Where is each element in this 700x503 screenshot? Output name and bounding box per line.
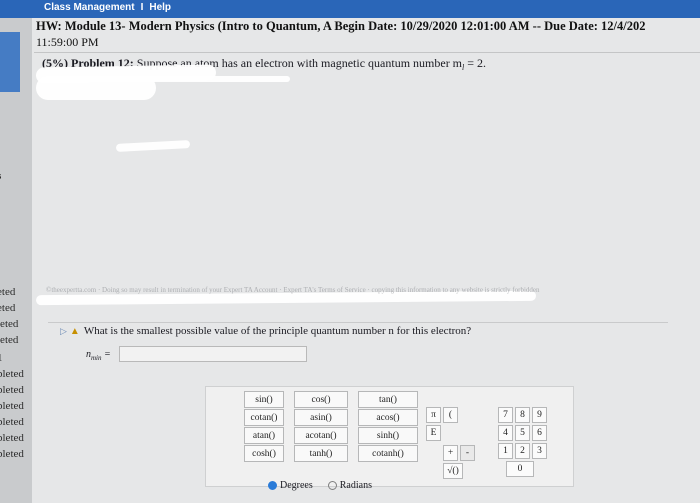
sidebar-item[interactable]: pleted: [0, 400, 24, 412]
warning-icon: ▲: [69, 326, 80, 337]
sidebar-item[interactable]: eted: [0, 302, 15, 314]
sidebar-item[interactable]: s: [0, 170, 1, 182]
radians-label: Radians: [339, 480, 372, 491]
radians-radio[interactable]: [327, 481, 337, 491]
top-nav-links: Class Management I Help: [44, 2, 171, 13]
sidebar-item[interactable]: leted: [0, 334, 18, 346]
digit-5-button[interactable]: 5: [515, 425, 530, 441]
sidebar-highlight: [0, 32, 20, 92]
acotan-button[interactable]: acotan(): [294, 427, 348, 444]
problem-text-end: = 2.: [467, 56, 487, 70]
digit-7-button[interactable]: 7: [498, 407, 513, 423]
acos-button[interactable]: acos(): [358, 409, 418, 426]
sidebar-item[interactable]: pleted: [0, 384, 24, 396]
degrees-radio[interactable]: [268, 481, 277, 491]
question-divider: [48, 322, 668, 323]
e-button[interactable]: E: [426, 425, 441, 441]
pi-button[interactable]: π: [426, 407, 441, 423]
sidebar-item[interactable]: pleted: [0, 432, 24, 444]
digit-8-button[interactable]: 8: [515, 407, 530, 423]
answer-sub: min: [91, 354, 102, 362]
sin-button[interactable]: sin(): [244, 391, 284, 408]
problem-subscript: l: [462, 63, 465, 72]
sidebar-item[interactable]: leted: [0, 318, 18, 330]
due-time: 11:59:00 PM: [36, 35, 99, 49]
assignment-title: HW: Module 13- Modern Physics (Intro to …: [36, 19, 700, 34]
sidebar-item[interactable]: pleted: [0, 368, 24, 380]
minus-button[interactable]: -: [460, 445, 475, 461]
assignment-name: HW: Module 13- Modern Physics (Intro to …: [36, 19, 332, 33]
digit-9-button[interactable]: 9: [532, 407, 547, 423]
degrees-label: Degrees: [280, 480, 313, 491]
tan-button[interactable]: tan(): [358, 391, 418, 408]
sidebar-item[interactable]: pleted: [0, 416, 24, 428]
asin-button[interactable]: asin(): [294, 409, 348, 426]
class-management-link[interactable]: Class Management: [44, 2, 135, 13]
redaction-scribble: [140, 76, 290, 82]
copyright-notice: ©theexpertta.com · Doing so may result i…: [46, 286, 540, 294]
sidebar-item[interactable]: eted: [0, 286, 15, 298]
angle-mode-selector: Degrees Radians: [268, 480, 372, 491]
sidebar-item[interactable]: 1: [0, 352, 3, 364]
digit-4-button[interactable]: 4: [498, 425, 513, 441]
nav-separator: I: [140, 2, 144, 13]
cos-button[interactable]: cos(): [294, 391, 348, 408]
cotan-button[interactable]: cotan(): [244, 409, 284, 426]
cosh-button[interactable]: cosh(): [244, 445, 284, 462]
atan-button[interactable]: atan(): [244, 427, 284, 444]
digit-1-button[interactable]: 1: [498, 443, 513, 459]
cotanh-button[interactable]: cotanh(): [358, 445, 418, 462]
digit-0-button[interactable]: 0: [506, 461, 534, 477]
due-date: -- Due Date: 12/4/202: [532, 19, 646, 33]
digit-2-button[interactable]: 2: [515, 443, 530, 459]
sinh-button[interactable]: sinh(): [358, 427, 418, 444]
sqrt-button[interactable]: √(): [443, 463, 463, 479]
calculator-panel: sin() cos() tan() cotan() asin() acos() …: [205, 386, 574, 491]
redaction-scribble: [36, 76, 156, 100]
sidebar-item[interactable]: pleted: [0, 448, 24, 460]
begin-date: Begin Date: 10/29/2020 12:01:00 AM: [334, 19, 530, 33]
answer-input[interactable]: [119, 346, 307, 362]
left-sidebar: s eted eted leted leted 1 pleted pleted …: [0, 18, 32, 503]
tanh-button[interactable]: tanh(): [294, 445, 348, 462]
question-line: ▷ ▲ What is the smallest possible value of…: [60, 325, 471, 337]
plus-button[interactable]: +: [443, 445, 458, 461]
digit-6-button[interactable]: 6: [532, 425, 547, 441]
digit-3-button[interactable]: 3: [532, 443, 547, 459]
answer-label: nmin =: [86, 349, 111, 362]
question-text: What is the smallest possible value of t…: [83, 325, 472, 337]
answer-eq: =: [104, 349, 111, 360]
open-paren-button[interactable]: (: [443, 407, 458, 423]
top-nav-bar: Class Management I Help: [0, 0, 700, 18]
expand-arrow-icon[interactable]: ▷: [60, 326, 67, 336]
help-link[interactable]: Help: [149, 2, 171, 13]
